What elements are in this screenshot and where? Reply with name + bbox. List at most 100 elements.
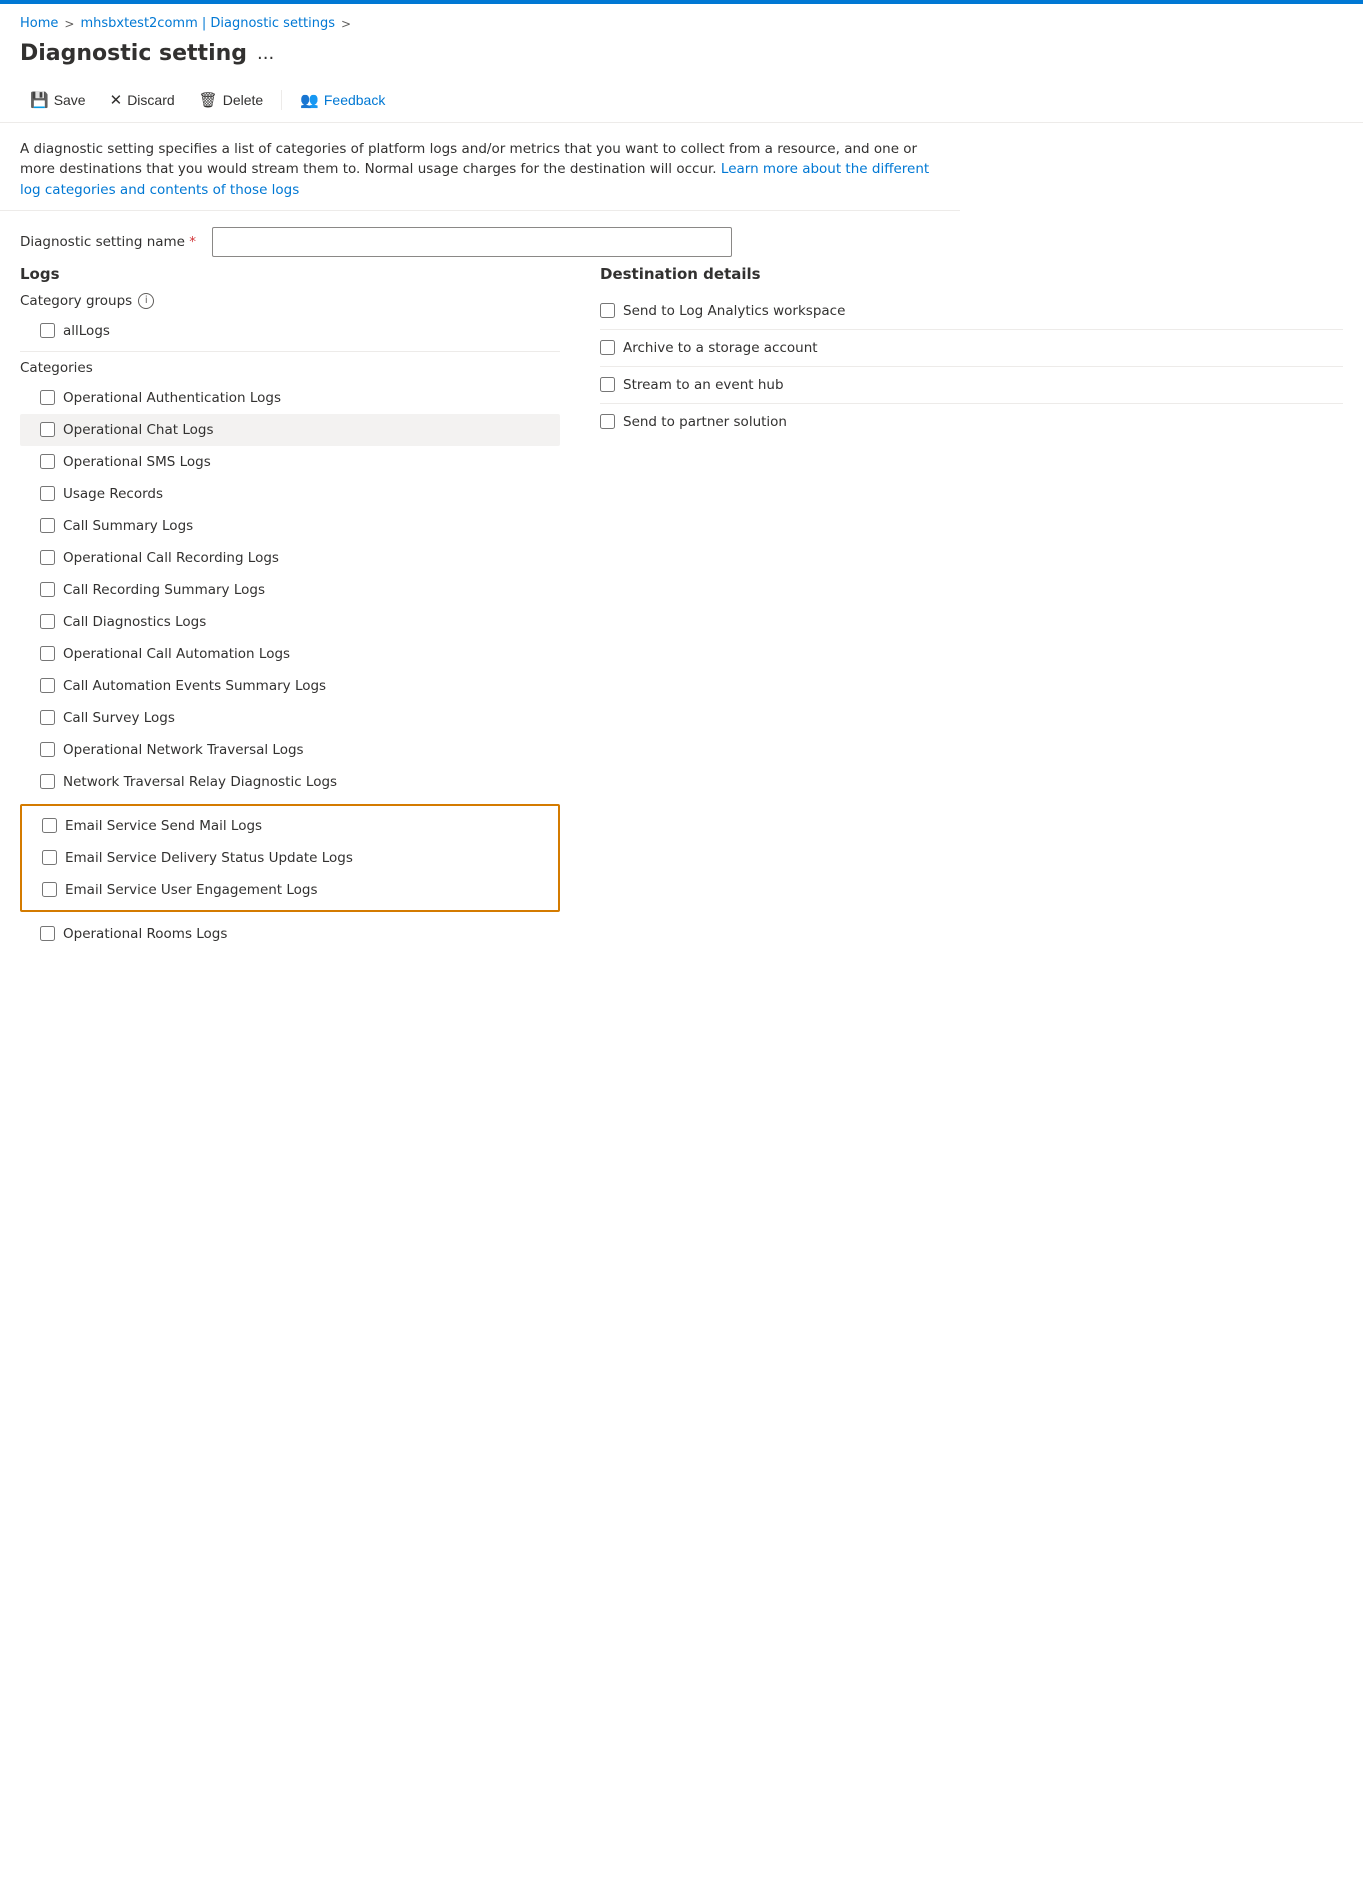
checkbox-op-call-auto-label: Operational Call Automation Logs bbox=[63, 646, 290, 662]
checkbox-call-survey[interactable]: Call Survey Logs bbox=[20, 702, 560, 734]
checkbox-call-rec-summary-label: Call Recording Summary Logs bbox=[63, 582, 265, 598]
discard-icon: ✕ bbox=[110, 91, 123, 109]
checkbox-net-trav-relay-label: Network Traversal Relay Diagnostic Logs bbox=[63, 774, 337, 790]
checkbox-email-send-label: Email Service Send Mail Logs bbox=[65, 818, 262, 834]
toolbar-separator bbox=[281, 90, 282, 110]
checkbox-op-auth[interactable]: Operational Authentication Logs bbox=[20, 382, 560, 414]
checkbox-op-sms[interactable]: Operational SMS Logs bbox=[20, 446, 560, 478]
dest-storage-label: Archive to a storage account bbox=[623, 340, 818, 356]
checkbox-call-auto-events[interactable]: Call Automation Events Summary Logs bbox=[20, 670, 560, 702]
dest-event-hub-input[interactable] bbox=[600, 377, 615, 392]
breadcrumb: Home > mhsbxtest2comm | Diagnostic setti… bbox=[0, 4, 1363, 37]
checkbox-op-net-trav[interactable]: Operational Network Traversal Logs bbox=[20, 734, 560, 766]
checkbox-call-rec-summary[interactable]: Call Recording Summary Logs bbox=[20, 574, 560, 606]
checkbox-op-rooms[interactable]: Operational Rooms Logs bbox=[20, 918, 560, 950]
categories-title: Categories bbox=[20, 360, 560, 376]
checkbox-call-rec-summary-input[interactable] bbox=[40, 582, 55, 597]
feedback-icon: 👥 bbox=[300, 91, 319, 109]
checkbox-op-sms-label: Operational SMS Logs bbox=[63, 454, 211, 470]
dest-storage-input[interactable] bbox=[600, 340, 615, 355]
breadcrumb-sep2: > bbox=[341, 17, 351, 31]
page-title-ellipsis[interactable]: ... bbox=[257, 43, 274, 64]
breadcrumb-sep1: > bbox=[64, 17, 74, 31]
checkbox-usage-input[interactable] bbox=[40, 486, 55, 501]
toolbar: 💾 Save ✕ Discard 🗑 Delete 👥 Feedback bbox=[0, 78, 1363, 123]
setting-name-label: Diagnostic setting name * bbox=[20, 234, 196, 250]
checkbox-call-diag-input[interactable] bbox=[40, 614, 55, 629]
checkbox-net-trav-relay[interactable]: Network Traversal Relay Diagnostic Logs bbox=[20, 766, 560, 798]
checkbox-call-diag[interactable]: Call Diagnostics Logs bbox=[20, 606, 560, 638]
checkbox-op-call-rec[interactable]: Operational Call Recording Logs bbox=[20, 542, 560, 574]
category-groups-title: Category groups i bbox=[20, 293, 560, 309]
checkbox-call-survey-input[interactable] bbox=[40, 710, 55, 725]
breadcrumb-home[interactable]: Home bbox=[20, 16, 58, 31]
checkbox-op-sms-input[interactable] bbox=[40, 454, 55, 469]
checkbox-usage-label: Usage Records bbox=[63, 486, 163, 502]
checkbox-op-call-auto-input[interactable] bbox=[40, 646, 55, 661]
page-title: Diagnostic setting bbox=[20, 41, 247, 66]
checkbox-email-delivery[interactable]: Email Service Delivery Status Update Log… bbox=[22, 842, 558, 874]
checkbox-allLogs-input[interactable] bbox=[40, 323, 55, 338]
checkbox-op-call-auto[interactable]: Operational Call Automation Logs bbox=[20, 638, 560, 670]
discard-label: Discard bbox=[127, 92, 174, 108]
checkbox-email-engagement-input[interactable] bbox=[42, 882, 57, 897]
dest-partner-input[interactable] bbox=[600, 414, 615, 429]
dest-log-analytics-input[interactable] bbox=[600, 303, 615, 318]
setting-name-input[interactable] bbox=[212, 227, 732, 257]
destination-section: Destination details Send to Log Analytic… bbox=[600, 265, 1343, 950]
dest-storage[interactable]: Archive to a storage account bbox=[600, 330, 1343, 367]
logs-section: Logs Category groups i allLogs Categorie… bbox=[20, 265, 560, 950]
checkbox-op-chat[interactable]: Operational Chat Logs bbox=[20, 414, 560, 446]
checkbox-op-call-rec-input[interactable] bbox=[40, 550, 55, 565]
checkbox-call-survey-label: Call Survey Logs bbox=[63, 710, 175, 726]
save-button[interactable]: 💾 Save bbox=[20, 86, 96, 114]
discard-button[interactable]: ✕ Discard bbox=[100, 86, 185, 114]
checkbox-op-net-trav-input[interactable] bbox=[40, 742, 55, 757]
delete-label: Delete bbox=[223, 92, 263, 108]
main-layout: Logs Category groups i allLogs Categorie… bbox=[0, 265, 1363, 950]
checkbox-call-summary-label: Call Summary Logs bbox=[63, 518, 193, 534]
checkbox-op-rooms-input[interactable] bbox=[40, 926, 55, 941]
dest-event-hub-label: Stream to an event hub bbox=[623, 377, 784, 393]
checkbox-call-auto-events-label: Call Automation Events Summary Logs bbox=[63, 678, 326, 694]
dest-event-hub[interactable]: Stream to an event hub bbox=[600, 367, 1343, 404]
checkbox-call-diag-label: Call Diagnostics Logs bbox=[63, 614, 206, 630]
delete-button[interactable]: 🗑 Delete bbox=[189, 86, 274, 114]
save-label: Save bbox=[54, 92, 86, 108]
checkbox-email-engagement[interactable]: Email Service User Engagement Logs bbox=[22, 874, 558, 906]
checkbox-op-auth-label: Operational Authentication Logs bbox=[63, 390, 281, 406]
email-group: Email Service Send Mail Logs Email Servi… bbox=[20, 804, 560, 912]
checkbox-call-summary-input[interactable] bbox=[40, 518, 55, 533]
checkbox-email-delivery-label: Email Service Delivery Status Update Log… bbox=[65, 850, 353, 866]
checkbox-email-send[interactable]: Email Service Send Mail Logs bbox=[22, 810, 558, 842]
checkbox-call-summary[interactable]: Call Summary Logs bbox=[20, 510, 560, 542]
checkbox-call-auto-events-input[interactable] bbox=[40, 678, 55, 693]
checkbox-email-engagement-label: Email Service User Engagement Logs bbox=[65, 882, 318, 898]
dest-partner[interactable]: Send to partner solution bbox=[600, 404, 1343, 440]
checkbox-usage[interactable]: Usage Records bbox=[20, 478, 560, 510]
feedback-button[interactable]: 👥 Feedback bbox=[290, 86, 395, 114]
checkbox-op-net-trav-label: Operational Network Traversal Logs bbox=[63, 742, 304, 758]
checkbox-op-auth-input[interactable] bbox=[40, 390, 55, 405]
checkbox-op-chat-label: Operational Chat Logs bbox=[63, 422, 213, 438]
checkbox-allLogs[interactable]: allLogs bbox=[20, 315, 560, 347]
feedback-label: Feedback bbox=[324, 92, 385, 108]
dest-partner-label: Send to partner solution bbox=[623, 414, 787, 430]
checkbox-email-delivery-input[interactable] bbox=[42, 850, 57, 865]
checkbox-allLogs-label: allLogs bbox=[63, 323, 110, 339]
save-icon: 💾 bbox=[30, 91, 49, 109]
breadcrumb-resource[interactable]: mhsbxtest2comm | Diagnostic settings bbox=[80, 16, 335, 31]
dest-log-analytics-label: Send to Log Analytics workspace bbox=[623, 303, 845, 319]
category-groups-info-icon[interactable]: i bbox=[138, 293, 154, 309]
required-marker: * bbox=[189, 234, 196, 250]
description-area: A diagnostic setting specifies a list of… bbox=[0, 123, 960, 211]
dest-log-analytics[interactable]: Send to Log Analytics workspace bbox=[600, 293, 1343, 330]
checkbox-op-chat-input[interactable] bbox=[40, 422, 55, 437]
logs-section-title: Logs bbox=[20, 265, 560, 283]
divider-1 bbox=[20, 351, 560, 352]
checkbox-op-rooms-label: Operational Rooms Logs bbox=[63, 926, 227, 942]
checkbox-net-trav-relay-input[interactable] bbox=[40, 774, 55, 789]
delete-icon: 🗑 bbox=[199, 91, 218, 109]
destination-section-title: Destination details bbox=[600, 265, 1343, 283]
checkbox-email-send-input[interactable] bbox=[42, 818, 57, 833]
